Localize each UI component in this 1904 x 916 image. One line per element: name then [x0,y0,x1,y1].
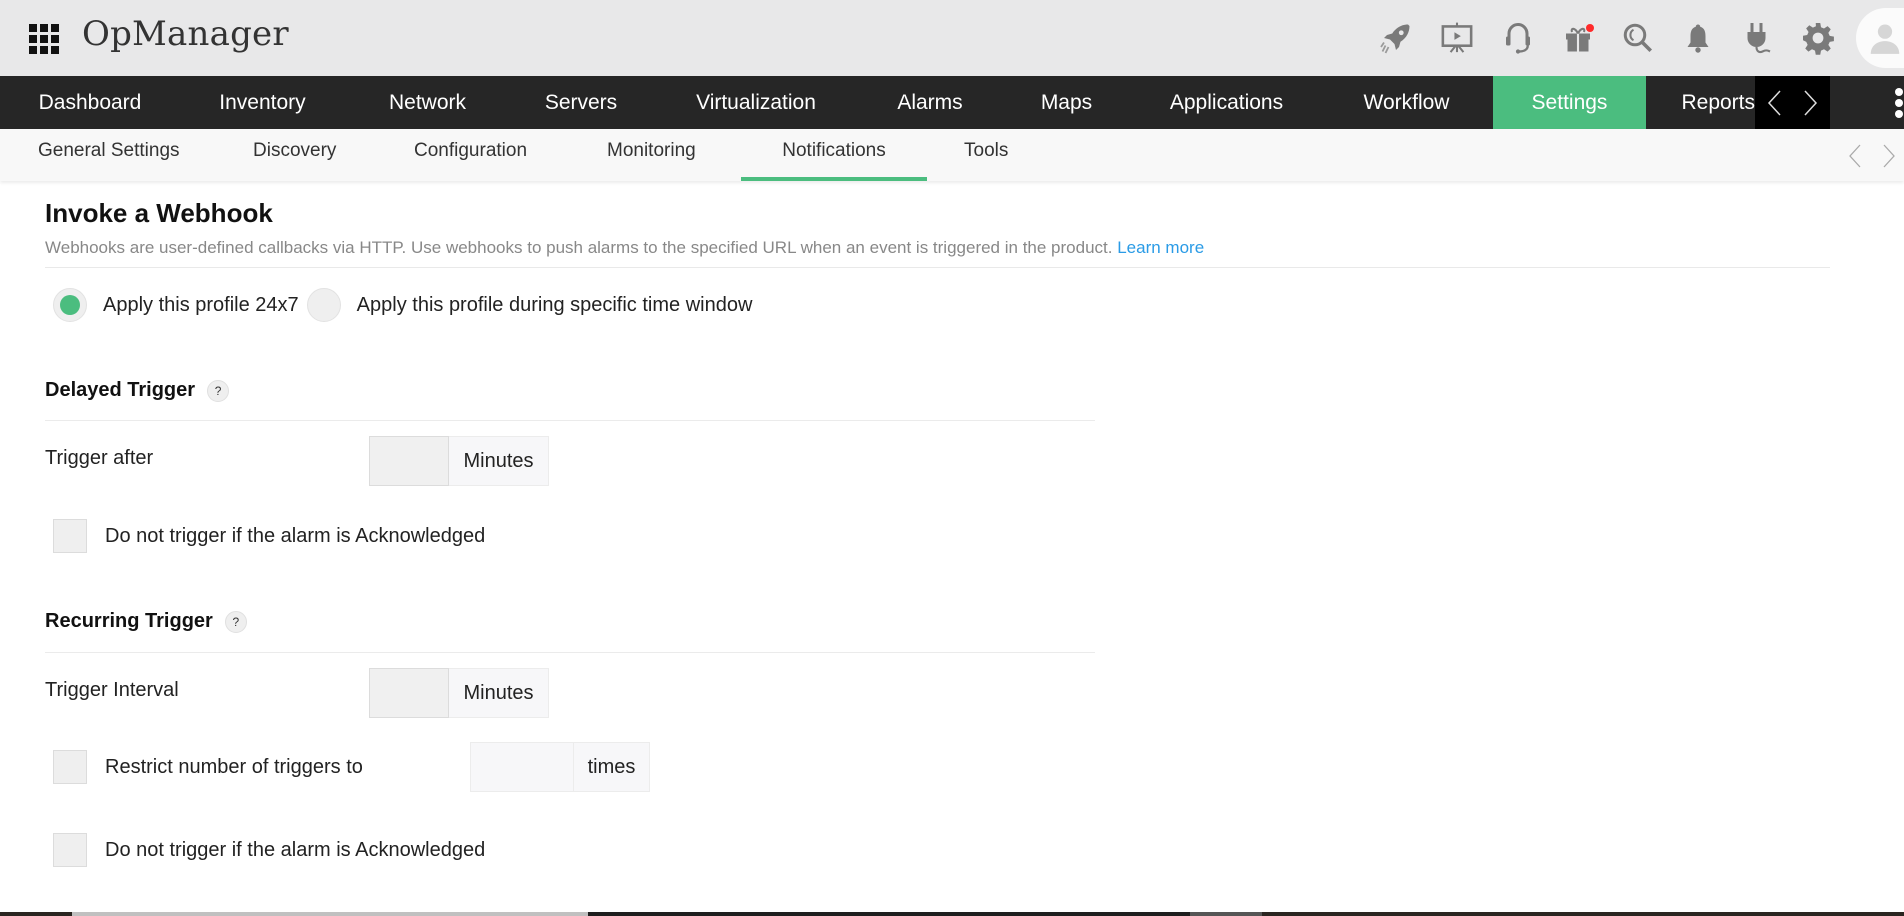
chevron-right-icon[interactable] [1882,139,1896,173]
help-icon[interactable]: ? [207,379,230,402]
radio-24x7[interactable] [53,288,87,322]
restrict-row: Restrict number of triggers to [53,750,363,784]
recurring-ack-checkbox[interactable] [53,833,87,867]
schedule-options: Apply this profile 24x7 Apply this profi… [53,287,760,323]
tab-configuration[interactable]: Configuration [414,129,527,181]
app-logo[interactable]: OpManager [82,14,289,54]
delayed-trigger-heading: Delayed Trigger ? [45,379,230,402]
chevron-right-icon[interactable] [1803,89,1819,117]
tab-discovery[interactable]: Discovery [253,129,336,181]
sub-nav: General Settings Discovery Configuration… [0,129,1904,181]
nav-network[interactable]: Network [345,76,510,129]
nav-servers[interactable]: Servers [510,76,652,129]
recurring-trigger-heading: Recurring Trigger ? [45,610,247,633]
trigger-after-input[interactable] [369,436,449,486]
trigger-after-label: Trigger after [45,447,154,469]
radio-time-window-label[interactable]: Apply this profile during specific time … [357,294,753,317]
delayed-ack-row: Do not trigger if the alarm is Acknowled… [53,519,485,553]
subnav-scroll-controls [1848,139,1896,173]
nav-scroll-controls [1755,76,1830,129]
tab-tools[interactable]: Tools [964,129,1008,181]
nav-reports[interactable]: Reports [1646,76,1755,129]
trigger-interval-input[interactable] [369,668,449,718]
nav-maps[interactable]: Maps [1000,76,1133,129]
restrict-label[interactable]: Restrict number of triggers to [105,756,363,779]
radio-time-window[interactable] [306,288,341,322]
restrict-checkbox[interactable] [53,750,87,784]
page-description: Webhooks are user-defined callbacks via … [45,238,1204,258]
gift-icon[interactable] [1548,0,1608,76]
trigger-interval-group: Minutes [369,668,549,718]
trigger-interval-label: Trigger Interval [45,679,179,701]
trigger-interval-unit: Minutes [449,668,549,718]
restrict-group: times [470,742,650,792]
gear-icon[interactable] [1788,0,1848,76]
learn-more-link[interactable]: Learn more [1117,238,1204,257]
top-header: OpManager [0,0,1904,76]
recurring-ack-label[interactable]: Do not trigger if the alarm is Acknowled… [105,839,485,862]
app-grid-icon[interactable] [29,24,59,54]
nav-alarms[interactable]: Alarms [860,76,1000,129]
header-icons [1366,0,1904,76]
main-nav: Dashboard Inventory Network Servers Virt… [0,76,1904,129]
more-menu-icon[interactable] [1893,88,1904,118]
section-divider [45,652,1095,653]
bottom-edge [0,912,1904,916]
presentation-icon[interactable] [1426,0,1488,76]
section-title-text: Delayed Trigger [45,379,196,401]
description-text: Webhooks are user-defined callbacks via … [45,238,1113,257]
tab-monitoring[interactable]: Monitoring [607,129,696,181]
section-divider [45,420,1095,421]
search-icon[interactable] [1608,0,1668,76]
delayed-ack-label[interactable]: Do not trigger if the alarm is Acknowled… [105,525,485,548]
nav-virtualization[interactable]: Virtualization [652,76,860,129]
user-avatar-icon[interactable] [1856,8,1904,68]
rocket-icon[interactable] [1366,0,1426,76]
tab-notifications[interactable]: Notifications [741,129,927,181]
nav-workflow[interactable]: Workflow [1320,76,1493,129]
headset-icon[interactable] [1488,0,1548,76]
chevron-left-icon[interactable] [1848,139,1862,173]
notification-badge [1586,24,1594,32]
chevron-left-icon[interactable] [1766,89,1782,117]
recurring-ack-row: Do not trigger if the alarm is Acknowled… [53,833,485,867]
section-title-text: Recurring Trigger [45,610,213,632]
radio-24x7-label[interactable]: Apply this profile 24x7 [103,294,299,317]
restrict-count-unit: times [574,742,650,792]
delayed-ack-checkbox[interactable] [53,519,87,553]
help-icon[interactable]: ? [224,610,247,633]
plug-icon[interactable] [1728,0,1788,76]
restrict-count-input[interactable] [470,742,574,792]
nav-settings[interactable]: Settings [1493,76,1646,129]
nav-applications[interactable]: Applications [1133,76,1320,129]
trigger-after-group: Minutes [369,436,549,486]
page-title: Invoke a Webhook [45,198,273,228]
nav-dashboard[interactable]: Dashboard [0,76,180,129]
trigger-after-unit: Minutes [449,436,549,486]
header-divider [45,267,1830,268]
tab-general-settings[interactable]: General Settings [38,129,180,181]
nav-inventory[interactable]: Inventory [180,76,345,129]
bell-icon[interactable] [1668,0,1728,76]
